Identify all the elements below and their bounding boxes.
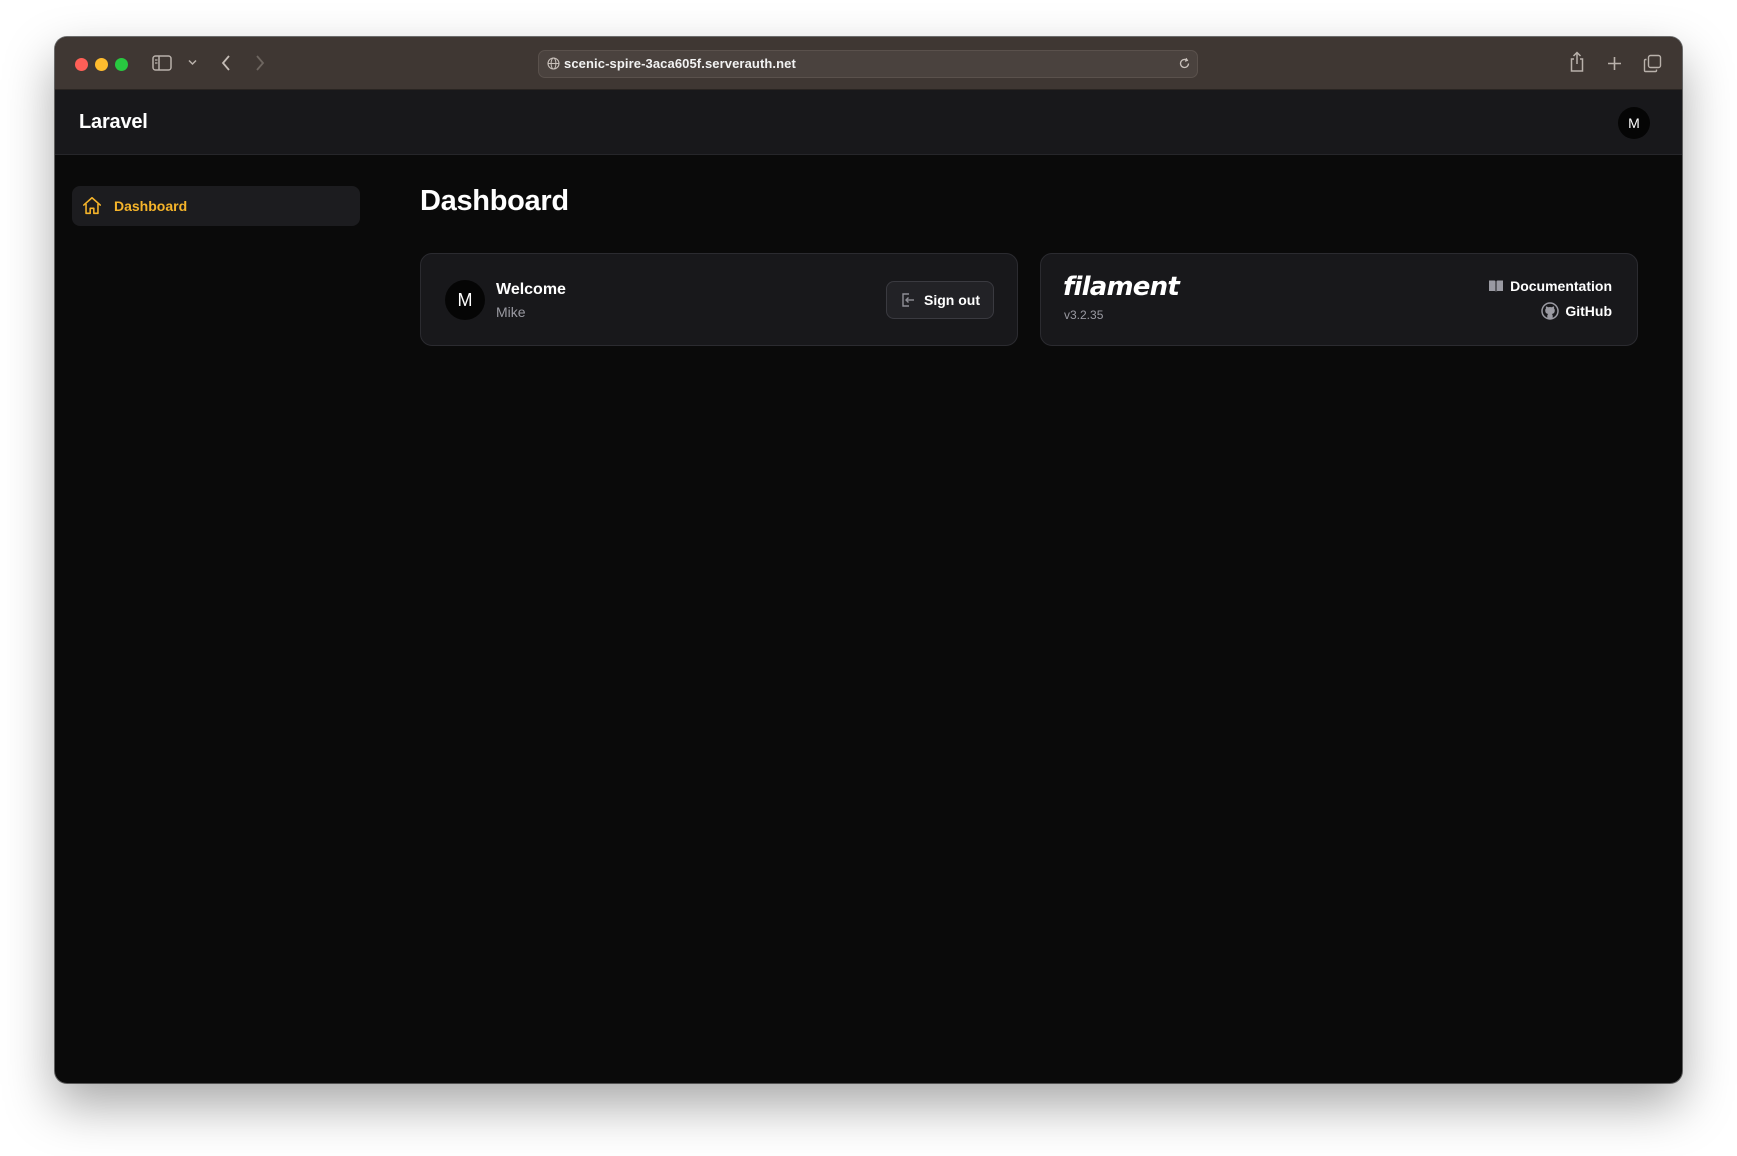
filament-logo[interactable]: filament [1063,272,1180,302]
globe-icon [547,57,560,75]
forward-arrow-icon[interactable] [254,54,266,72]
share-icon[interactable] [1569,51,1585,73]
filament-version: v3.2.35 [1064,308,1104,322]
home-icon [81,195,103,217]
minimize-window-button[interactable] [95,58,108,71]
user-name: Mike [496,304,526,320]
browser-window: scenic-spire-3aca605f.serverauth.net Lar… [55,37,1682,1083]
filament-info-card: filament v3.2.35 Documentation GitHub [1040,253,1638,346]
github-icon [1541,302,1560,320]
welcome-heading: Welcome [496,281,566,298]
documentation-link[interactable]: Documentation [1488,278,1612,294]
sidebar-item-dashboard[interactable]: Dashboard [72,186,360,226]
page-title: Dashboard [420,185,569,217]
avatar: M [445,280,485,320]
github-label: GitHub [1565,303,1612,319]
new-tab-icon[interactable] [1607,56,1622,71]
close-window-button[interactable] [75,58,88,71]
documentation-label: Documentation [1510,278,1612,294]
back-arrow-icon[interactable] [220,54,232,72]
sign-out-label: Sign out [924,292,980,308]
url-text: scenic-spire-3aca605f.serverauth.net [564,56,796,71]
zoom-window-button[interactable] [115,58,128,71]
reload-icon[interactable] [1178,57,1191,75]
tab-overview-icon[interactable] [1643,54,1662,73]
address-bar[interactable]: scenic-spire-3aca605f.serverauth.net [538,50,1198,78]
book-icon [1488,279,1504,293]
app-topbar: Laravel M [55,90,1682,155]
chevron-down-icon[interactable] [188,59,197,66]
github-link[interactable]: GitHub [1541,302,1612,320]
sidebar-toggle-icon[interactable] [152,54,172,72]
sign-out-button[interactable]: Sign out [886,281,994,319]
sidebar-item-label: Dashboard [114,198,188,214]
browser-toolbar: scenic-spire-3aca605f.serverauth.net [55,37,1682,90]
logout-icon [900,292,916,308]
brand-name[interactable]: Laravel [79,111,148,134]
user-avatar[interactable]: M [1618,107,1650,139]
welcome-card: M Welcome Mike Sign out [420,253,1018,346]
